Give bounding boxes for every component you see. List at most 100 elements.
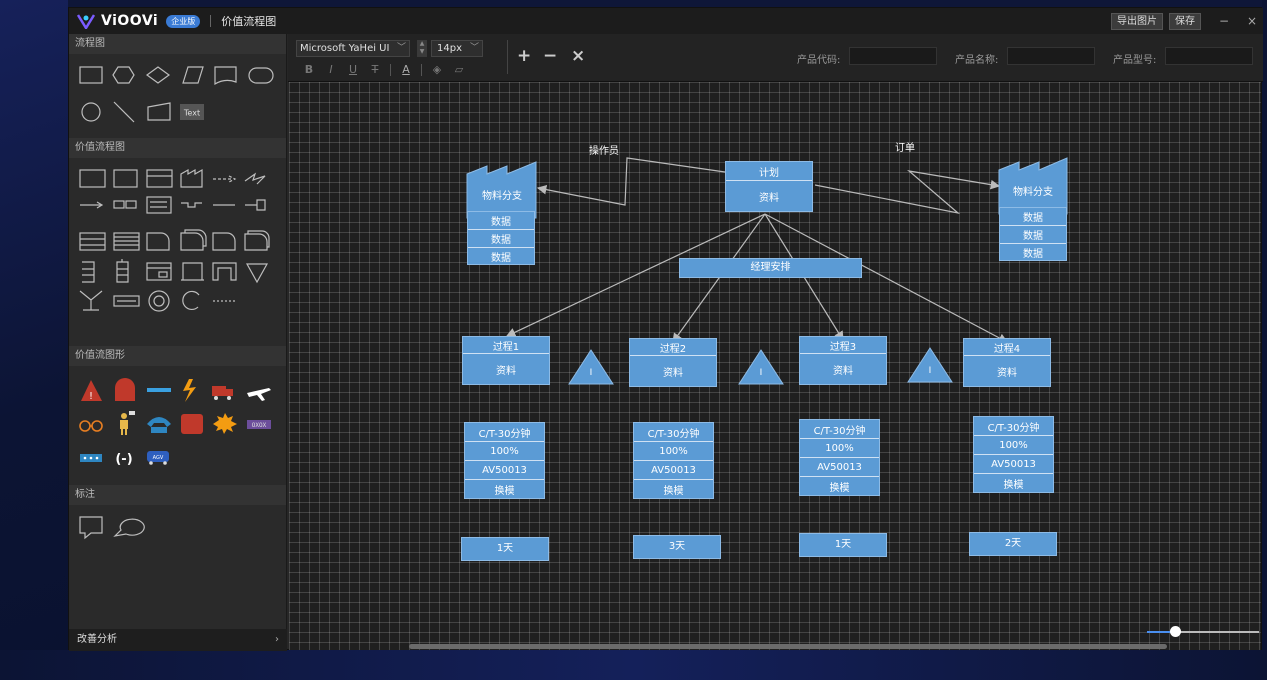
factory-icon[interactable] [180,168,203,188]
process-box-icon[interactable] [79,169,106,188]
parallelogram-shape-icon[interactable] [182,66,204,84]
electronic-info-icon[interactable] [244,172,266,185]
truck-icon[interactable] [212,386,233,400]
kanban-post-icon[interactable] [146,196,172,214]
zoom-out-button[interactable]: − [543,46,557,66]
close-window-button[interactable]: × [1241,14,1263,28]
plan-to-process2[interactable] [672,213,766,343]
lead-time-box-4[interactable]: 2天 [969,532,1057,556]
y-junction-icon[interactable] [79,290,103,311]
inventory-triangle-3[interactable] [907,347,953,383]
font-color-button[interactable]: A [395,63,417,76]
improvement-analysis-bar[interactable]: 改善分析 › [69,629,287,651]
delete-button[interactable]: × [571,46,585,66]
lead-time-box-1[interactable]: 1天 [461,537,549,561]
data-table-icon[interactable] [146,169,173,188]
data-box-icon[interactable] [113,169,138,188]
inventory-tombstone-icon[interactable] [115,378,135,401]
order-info-line[interactable] [814,170,1001,215]
stack-icon-1[interactable] [79,232,106,251]
line-shape-icon[interactable] [113,101,135,123]
product-code-input[interactable] [849,47,937,65]
operator-icon[interactable] [120,411,135,435]
plan-box[interactable]: 计划 资料 [725,161,813,212]
font-size-select[interactable]: 14px ﹀ [431,40,483,57]
zoom-slider-handle[interactable] [1170,626,1181,637]
document-shape-icon[interactable] [214,66,237,86]
strikethrough-button[interactable]: T [364,63,386,76]
u-cell-icon[interactable] [212,262,237,281]
pull-bar-icon[interactable] [80,454,102,462]
minimize-button[interactable]: − [1213,14,1235,28]
cell-icon[interactable] [181,262,204,281]
product-model-input[interactable] [1165,47,1253,65]
circle-shape-icon[interactable] [81,102,101,122]
target-icon[interactable] [148,290,170,312]
process-box-1[interactable]: 过程1 资料 [462,336,550,385]
airplane-icon[interactable] [247,388,271,401]
inventory-triangle-1[interactable] [568,349,614,385]
inventory-mark-2: I [760,368,763,378]
kaizen-burst-icon[interactable] [213,413,237,434]
rotate-arrow-icon[interactable] [182,290,200,311]
callout-square-icon[interactable] [79,516,103,540]
lead-time-box-3[interactable]: 1天 [799,533,887,557]
signal-kanban-icon[interactable]: OXOX [247,420,271,429]
half-round-icon[interactable] [212,232,236,251]
arrow-right-icon[interactable] [80,201,104,209]
double-round-icon[interactable] [244,233,268,251]
plan-to-process4[interactable] [764,213,1009,343]
delay-shape-icon[interactable] [146,232,170,251]
rectangle-shape-icon[interactable] [79,66,103,84]
lightning-icon[interactable] [183,379,196,402]
title-separator [210,15,212,27]
callout-round-icon[interactable] [113,518,145,537]
italic-button[interactable]: I [320,63,342,76]
process-box-4[interactable]: 过程4 资料 [963,338,1051,387]
lead-time-box-2[interactable]: 3天 [633,535,721,559]
triangle-down-icon[interactable] [245,263,269,284]
process-box-2[interactable]: 过程2 资料 [629,338,717,387]
supplier-data-box[interactable]: 数据 数据 数据 [467,211,535,265]
push-arrow-icon[interactable] [213,175,237,183]
agv-icon[interactable]: AGV [147,451,169,465]
export-image-button[interactable]: 导出图片 [1111,12,1163,30]
underline-button[interactable]: U [342,63,364,76]
withdrawal-bracket-icon[interactable]: (-) [115,452,132,467]
supermarket-bar-icon[interactable] [147,388,171,392]
cylinder-icon[interactable] [181,414,203,434]
font-family-select[interactable]: Microsoft YaHei UI ﹀ [296,40,410,57]
svg-text:AGV: AGV [153,455,164,461]
product-name-input[interactable] [1007,47,1095,65]
diagram-canvas[interactable]: I I I 操作员 订单 计划 资料 物料分支 数据 数据 数据 物料分支 数据… [289,82,1261,650]
manager-box[interactable]: 经理安排 [679,258,862,278]
battery-icon[interactable] [116,259,129,283]
process-data-box-3[interactable]: C/T-30分钟 100% AV50013 换模 [799,419,880,496]
diamond-shape-icon[interactable] [145,66,171,84]
manual-input-shape-icon[interactable] [147,102,171,121]
truck-small-icon[interactable] [113,200,125,209]
bracket-icon[interactable] [82,261,95,283]
process-box-3[interactable]: 过程3 资料 [799,336,887,385]
horizontal-scrollbar[interactable] [409,644,1167,649]
border-color-icon[interactable]: ▱ [448,63,470,76]
hexagon-shape-icon[interactable] [112,66,135,84]
operator-info-line[interactable] [536,157,726,206]
save-button[interactable]: 保存 [1169,12,1201,30]
bold-button[interactable]: B [298,63,320,76]
telephone-icon[interactable] [147,417,171,433]
customer-data-box[interactable]: 数据 数据 数据 [999,207,1067,261]
font-size-stepper[interactable]: ▲ ▼ [417,40,427,57]
terminator-shape-icon[interactable] [248,67,274,84]
inventory-triangle-2[interactable] [738,349,784,385]
connector-icon[interactable] [245,199,266,211]
plan-title: 计划 [726,162,812,181]
fill-color-icon[interactable]: ◈ [426,63,448,76]
step-line-icon[interactable] [181,202,202,208]
rounded-box-icon[interactable] [180,232,204,251]
glasses-icon[interactable] [79,420,103,432]
process-data-box-1[interactable]: C/T-30分钟 100% AV50013 换模 [464,422,545,499]
zoom-in-button[interactable]: + [517,46,531,66]
process-data-box-4[interactable]: C/T-30分钟 100% AV50013 换模 [973,416,1054,493]
process-data-box-2[interactable]: C/T-30分钟 100% AV50013 换模 [633,422,714,499]
